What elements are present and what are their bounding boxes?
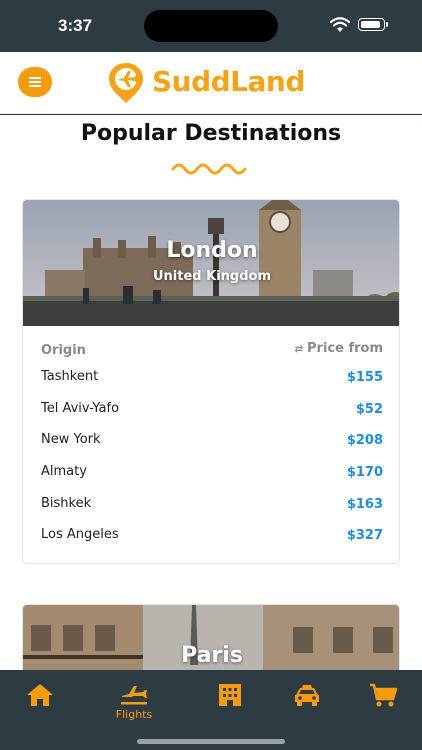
price-header-label: Price from (307, 341, 383, 356)
route-price[interactable]: $327 (347, 528, 383, 543)
destination-card[interactable]: London United Kingdom Origin ⇄ Price from… (22, 199, 400, 564)
destination-city: Paris (181, 643, 243, 668)
table-header: Origin ⇄ Price from (23, 340, 399, 360)
menu-button[interactable] (18, 67, 52, 97)
tab-home[interactable] (10, 680, 70, 730)
route-row[interactable]: Los Angeles $327 (23, 524, 399, 548)
status-bar: 3:37 (0, 0, 422, 52)
wave-divider (171, 163, 247, 175)
route-row[interactable]: Tel Aviv-Yafo $52 (23, 398, 399, 422)
brand-logo[interactable]: SuddLand (102, 61, 322, 105)
route-price[interactable]: $155 (347, 370, 383, 385)
taxi-icon (295, 685, 319, 706)
route-origin: Tashkent (41, 369, 99, 384)
tab-flights[interactable]: Flights (104, 680, 164, 730)
destination-card[interactable]: Paris (22, 604, 400, 670)
tab-taxi[interactable] (277, 680, 337, 730)
route-price[interactable]: $208 (347, 433, 383, 448)
destination-photo: Paris (23, 605, 399, 670)
main-content: Popular Destinations London United Kingd… (0, 115, 422, 670)
route-row[interactable]: Tashkent $155 (23, 366, 399, 390)
page-title: Popular Destinations (80, 121, 342, 146)
route-origin: Los Angeles (41, 527, 119, 542)
swap-icon: ⇄ (294, 344, 303, 355)
route-price[interactable]: $163 (347, 497, 383, 512)
route-row[interactable]: Bishkek $163 (23, 493, 399, 517)
menu-line (29, 81, 41, 83)
route-origin: Tel Aviv-Yafo (41, 401, 120, 416)
cart-icon (370, 683, 398, 707)
menu-line (29, 77, 41, 79)
route-row[interactable]: New York $208 (23, 429, 399, 453)
app-header: SuddLand (0, 52, 422, 114)
home-icon (27, 684, 53, 706)
tab-hotels[interactable] (200, 680, 260, 730)
destination-city: London (166, 238, 258, 263)
status-time: 3:37 (58, 16, 93, 35)
route-origin: Bishkek (41, 496, 92, 511)
pin-plane-icon (109, 63, 143, 103)
route-price[interactable]: $170 (347, 465, 383, 480)
route-price[interactable]: $52 (356, 402, 383, 417)
home-indicator (137, 739, 285, 744)
plane-icon (121, 686, 147, 705)
destination-photo: London United Kingdom (23, 200, 399, 326)
route-origin: Almaty (41, 464, 87, 479)
battery-icon (358, 18, 388, 31)
tab-bar: Flights (0, 670, 422, 750)
origin-header: Origin (41, 343, 86, 358)
tab-cart[interactable] (353, 680, 413, 730)
tab-label: Flights (115, 708, 153, 721)
destination-country: United Kingdom (152, 269, 271, 284)
dynamic-island (144, 10, 278, 42)
brand-name: SuddLand (152, 65, 305, 98)
wifi-icon (330, 17, 350, 32)
route-row[interactable]: Almaty $170 (23, 461, 399, 485)
route-origin: New York (41, 432, 101, 447)
menu-line (29, 85, 41, 87)
price-header: ⇄ Price from (295, 341, 383, 356)
hotel-icon (219, 684, 241, 706)
